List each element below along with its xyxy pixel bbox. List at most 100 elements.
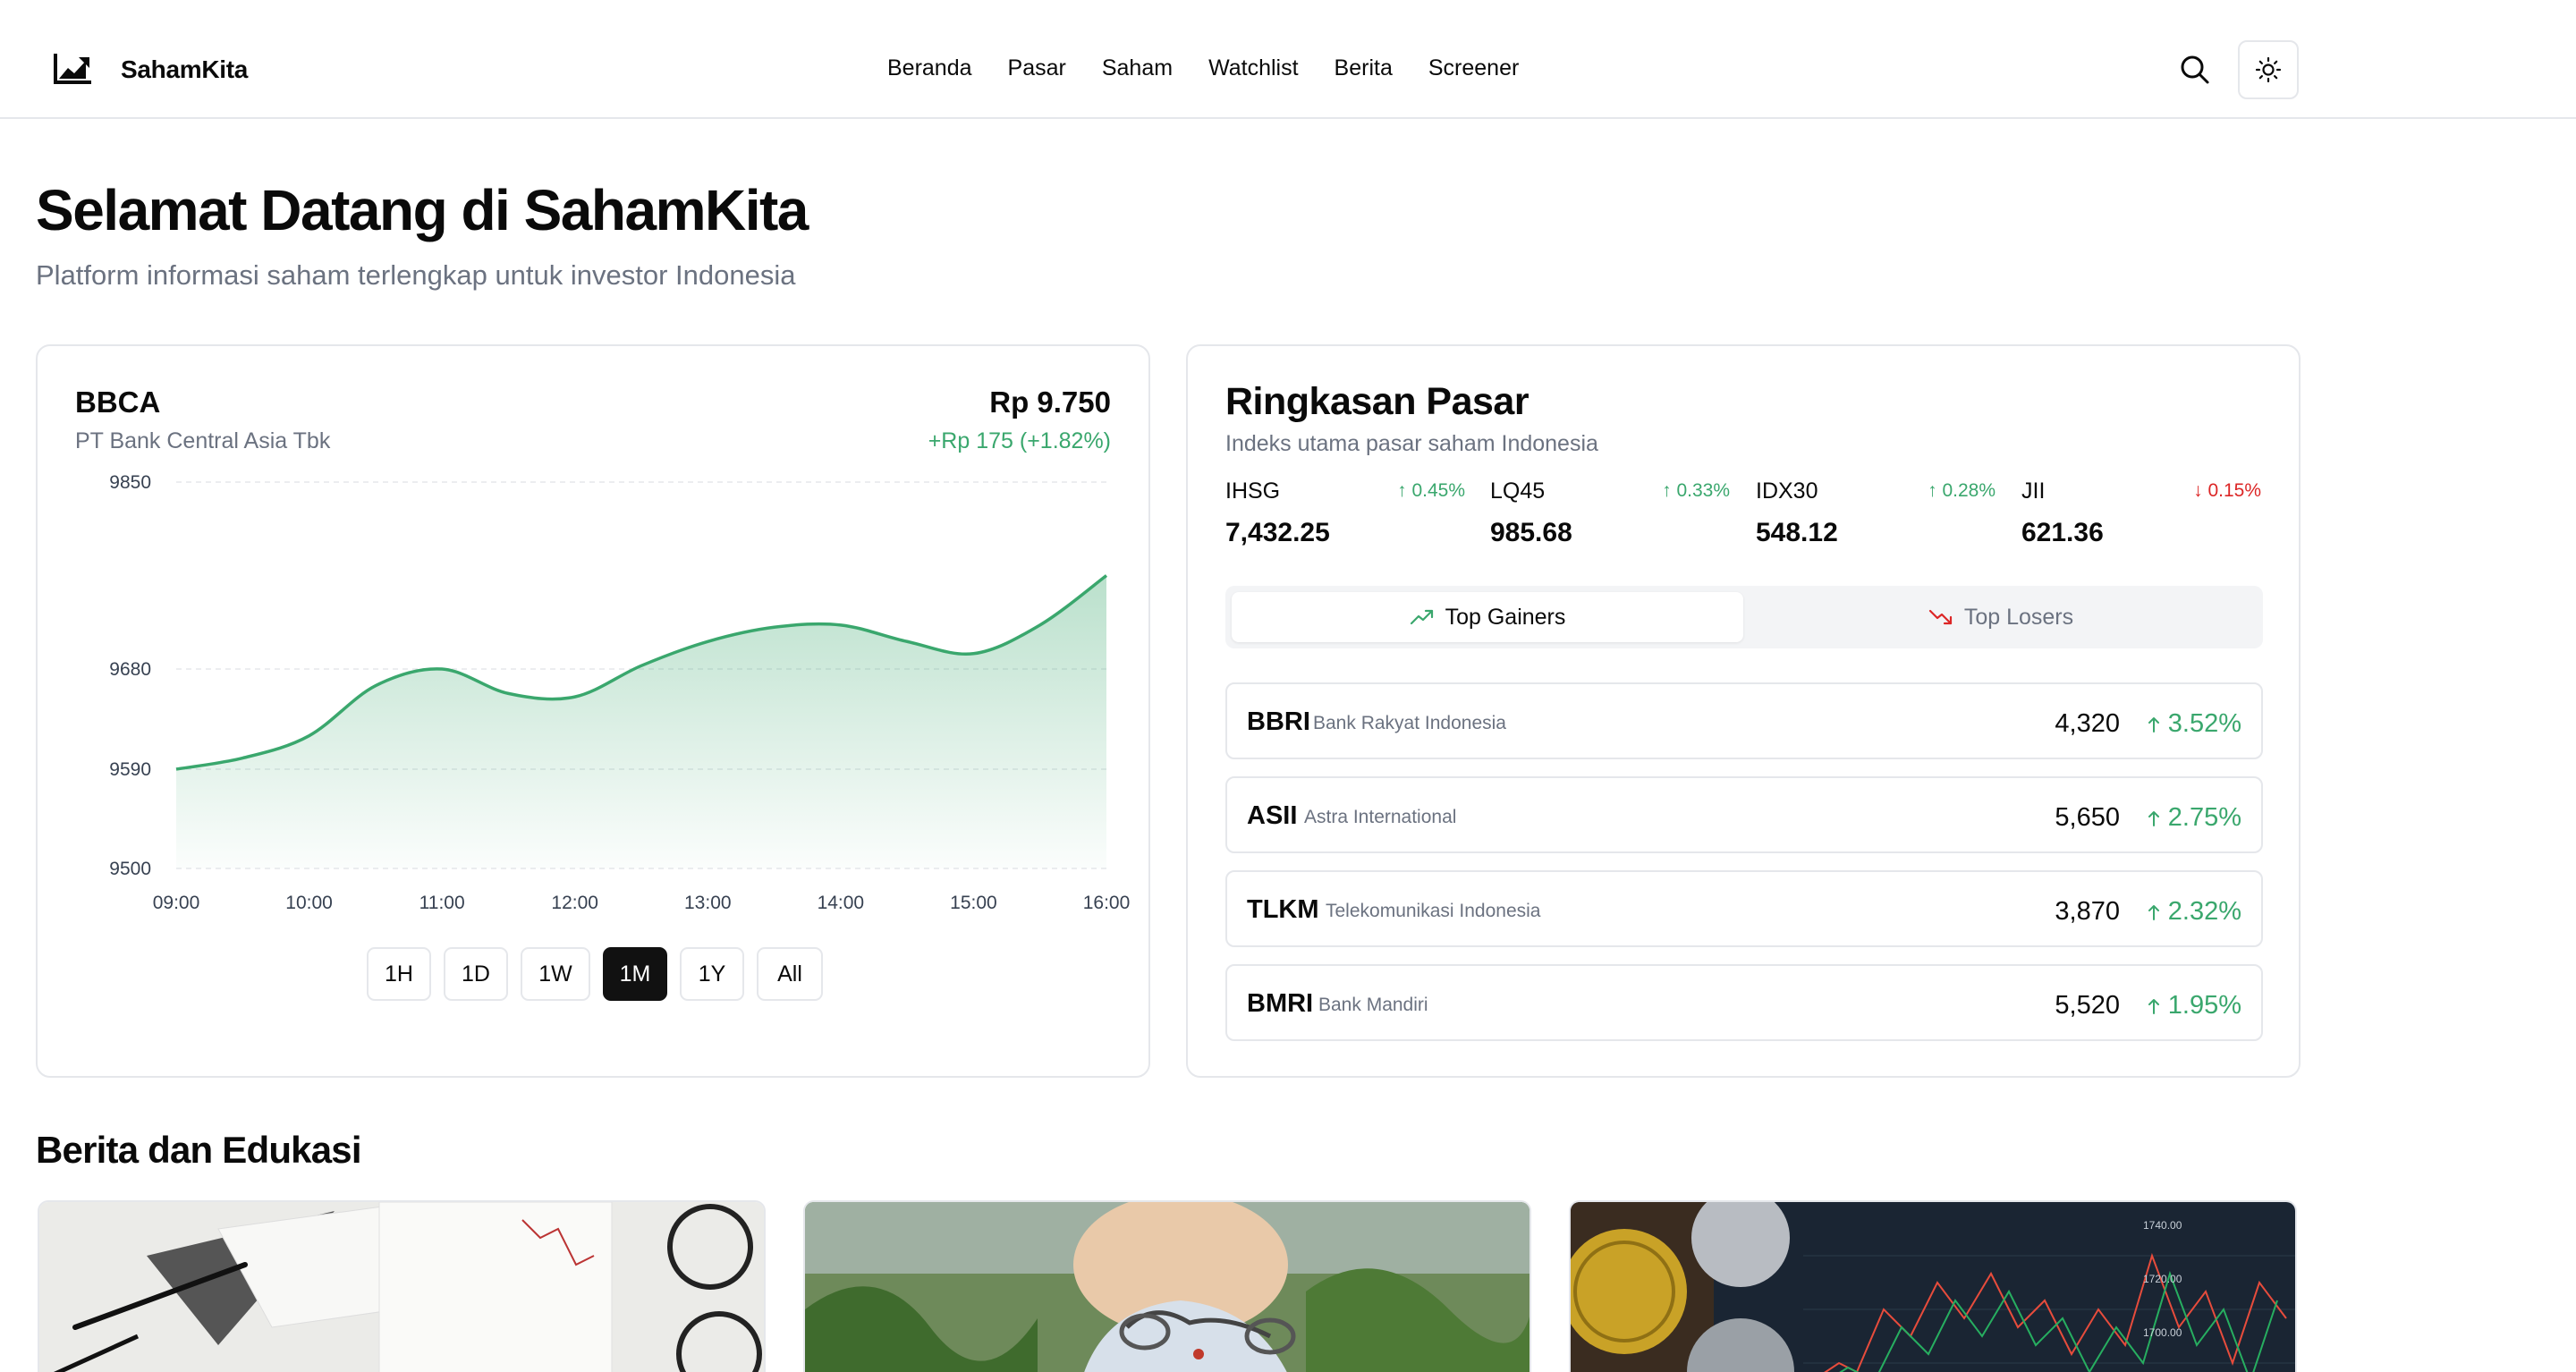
theme-toggle-button[interactable]: [2238, 40, 2299, 99]
x-tick-label: 16:00: [1083, 893, 1131, 913]
stock-change: 2.75%: [2147, 803, 2241, 833]
stock-change: 2.32%: [2147, 897, 2241, 927]
financial-charts-image: [39, 1202, 764, 1372]
list-item[interactable]: ASII Astra International 5,650 2.75%: [1225, 776, 2263, 853]
stock-company: Telekomunikasi Indonesia: [1326, 901, 1541, 921]
index-name: IHSG: [1225, 479, 1281, 504]
range-button-1y[interactable]: 1Y: [680, 947, 744, 1001]
nav-beranda[interactable]: Beranda: [887, 55, 972, 81]
search-icon[interactable]: [2177, 52, 2213, 88]
child-with-glasses-image: [805, 1202, 1530, 1372]
data-point: [240, 756, 245, 761]
range-button-1m[interactable]: 1M: [603, 947, 667, 1001]
y-tick-label: 9850: [109, 472, 151, 493]
x-tick-label: 13:00: [684, 893, 732, 913]
index-lq45[interactable]: LQ45 ↑ 0.33% 985.68: [1490, 479, 1730, 550]
news-section-title: Berita dan Edukasi: [36, 1129, 362, 1171]
stock-price: 5,520: [2055, 991, 2120, 1020]
news-card-kids[interactable]: [803, 1200, 1531, 1372]
nav-screener[interactable]: Screener: [1428, 55, 1519, 81]
x-tick-label: 10:00: [285, 893, 333, 913]
list-item[interactable]: BBRI Bank Rakyat Indonesia 4,320 3.52%: [1225, 682, 2263, 759]
data-point: [307, 733, 312, 739]
nav-watchlist[interactable]: Watchlist: [1208, 55, 1298, 81]
data-point: [705, 639, 710, 644]
arrow-up-icon: [2148, 810, 2159, 826]
data-point: [838, 622, 843, 628]
page-subtitle: Platform informasi saham terlengkap untu…: [36, 259, 796, 291]
data-point: [373, 683, 378, 689]
index-ihsg[interactable]: IHSG ↑ 0.45% 7,432.25: [1225, 479, 1465, 550]
y-tick-label: 9500: [109, 859, 151, 879]
index-value: 548.12: [1756, 518, 1838, 547]
data-point: [174, 766, 179, 772]
index-change: ↑ 0.45%: [1397, 480, 1465, 501]
range-button-all[interactable]: All: [757, 947, 823, 1001]
index-idx30[interactable]: IDX30 ↑ 0.28% 548.12: [1756, 479, 1996, 550]
y-tick-label: 9590: [109, 759, 151, 780]
y-tick-label: 9680: [109, 659, 151, 680]
trending-up-logo-icon[interactable]: [52, 50, 93, 86]
price-area-fill: [176, 575, 1106, 868]
svg-text:1700.00: 1700.00: [2143, 1326, 2182, 1339]
news-card-analysis[interactable]: [38, 1200, 766, 1372]
arrow-up-icon: [2148, 716, 2159, 733]
index-value: 985.68: [1490, 518, 1572, 547]
range-selector: 1H 1D 1W 1M 1Y All: [367, 947, 835, 1001]
data-point: [772, 624, 777, 630]
stock-code: BMRI: [1247, 989, 1314, 1018]
svg-text:1720.00: 1720.00: [2143, 1273, 2182, 1285]
stock-change: 3.52%: [2147, 709, 2241, 739]
data-point: [1038, 622, 1043, 628]
nav-saham[interactable]: Saham: [1102, 55, 1173, 81]
data-point: [505, 690, 511, 696]
x-tick-label: 09:00: [153, 893, 200, 913]
stock-chart-card: BBCA PT Bank Central Asia Tbk Rp 9.750 +…: [36, 344, 1150, 1078]
index-jii[interactable]: JII ↓ 0.15% 621.36: [2021, 479, 2261, 550]
x-tick-label: 15:00: [950, 893, 997, 913]
range-button-1d[interactable]: 1D: [444, 947, 508, 1001]
index-change: ↑ 0.33%: [1662, 480, 1730, 501]
data-point: [572, 694, 578, 699]
trending-down-icon: [1928, 609, 1952, 625]
data-point: [439, 666, 445, 672]
svg-text:1740.00: 1740.00: [2143, 1219, 2182, 1232]
tab-top-losers[interactable]: Top Losers: [1745, 592, 2257, 642]
price-area-chart: 9500 9590 9680 9850 09:00 10:00 11:00 12:00 13:0…: [109, 472, 1131, 913]
arrow-up-icon: [2148, 904, 2159, 920]
stock-code: ASII: [1247, 801, 1298, 830]
range-button-1w[interactable]: 1W: [521, 947, 590, 1001]
stock-code: TLKM: [1247, 895, 1319, 924]
data-point: [904, 639, 910, 644]
data-point: [639, 663, 644, 668]
page-title: Selamat Datang di SahamKita: [36, 178, 809, 242]
index-name: IDX30: [1756, 479, 1818, 504]
index-value: 621.36: [2021, 518, 2104, 547]
list-item[interactable]: TLKM Telekomunikasi Indonesia 3,870 2.32…: [1225, 870, 2263, 947]
nav-berita[interactable]: Berita: [1335, 55, 1393, 81]
list-item[interactable]: BMRI Bank Mandiri 5,520 1.95%: [1225, 964, 2263, 1041]
nav-pasar[interactable]: Pasar: [1008, 55, 1066, 81]
sun-icon: [2255, 56, 2282, 83]
main-nav: Beranda Pasar Saham Watchlist Berita Scr…: [887, 55, 1555, 81]
index-change: ↓ 0.15%: [2193, 480, 2261, 501]
top-navbar: SahamKita Beranda Pasar Saham Watchlist …: [0, 0, 2576, 119]
x-tick-label: 12:00: [551, 893, 598, 913]
news-card-crypto[interactable]: 1740.00 1720.00 1700.00: [1569, 1200, 2297, 1372]
stock-price: 3,870: [2055, 897, 2120, 926]
market-summary-title: Ringkasan Pasar: [1225, 380, 1530, 423]
tab-top-gainers[interactable]: Top Gainers: [1232, 592, 1743, 642]
stock-company: Astra International: [1304, 807, 1457, 827]
index-name: JII: [2021, 479, 2046, 504]
stock-price: 5,650: [2055, 803, 2120, 832]
crypto-trading-image: 1740.00 1720.00 1700.00: [1571, 1202, 2295, 1372]
trending-up-icon: [1410, 609, 1433, 625]
brand-name[interactable]: SahamKita: [121, 55, 248, 84]
gainers-losers-tabs: Top Gainers Top Losers: [1225, 586, 2263, 648]
index-change: ↑ 0.28%: [1928, 480, 1996, 501]
market-summary-card: Ringkasan Pasar Indeks utama pasar saham…: [1186, 344, 2301, 1078]
x-tick-label: 14:00: [818, 893, 865, 913]
range-button-1h[interactable]: 1H: [367, 947, 431, 1001]
stock-company: Bank Mandiri: [1318, 995, 1428, 1015]
arrow-up-icon: [2148, 998, 2159, 1014]
